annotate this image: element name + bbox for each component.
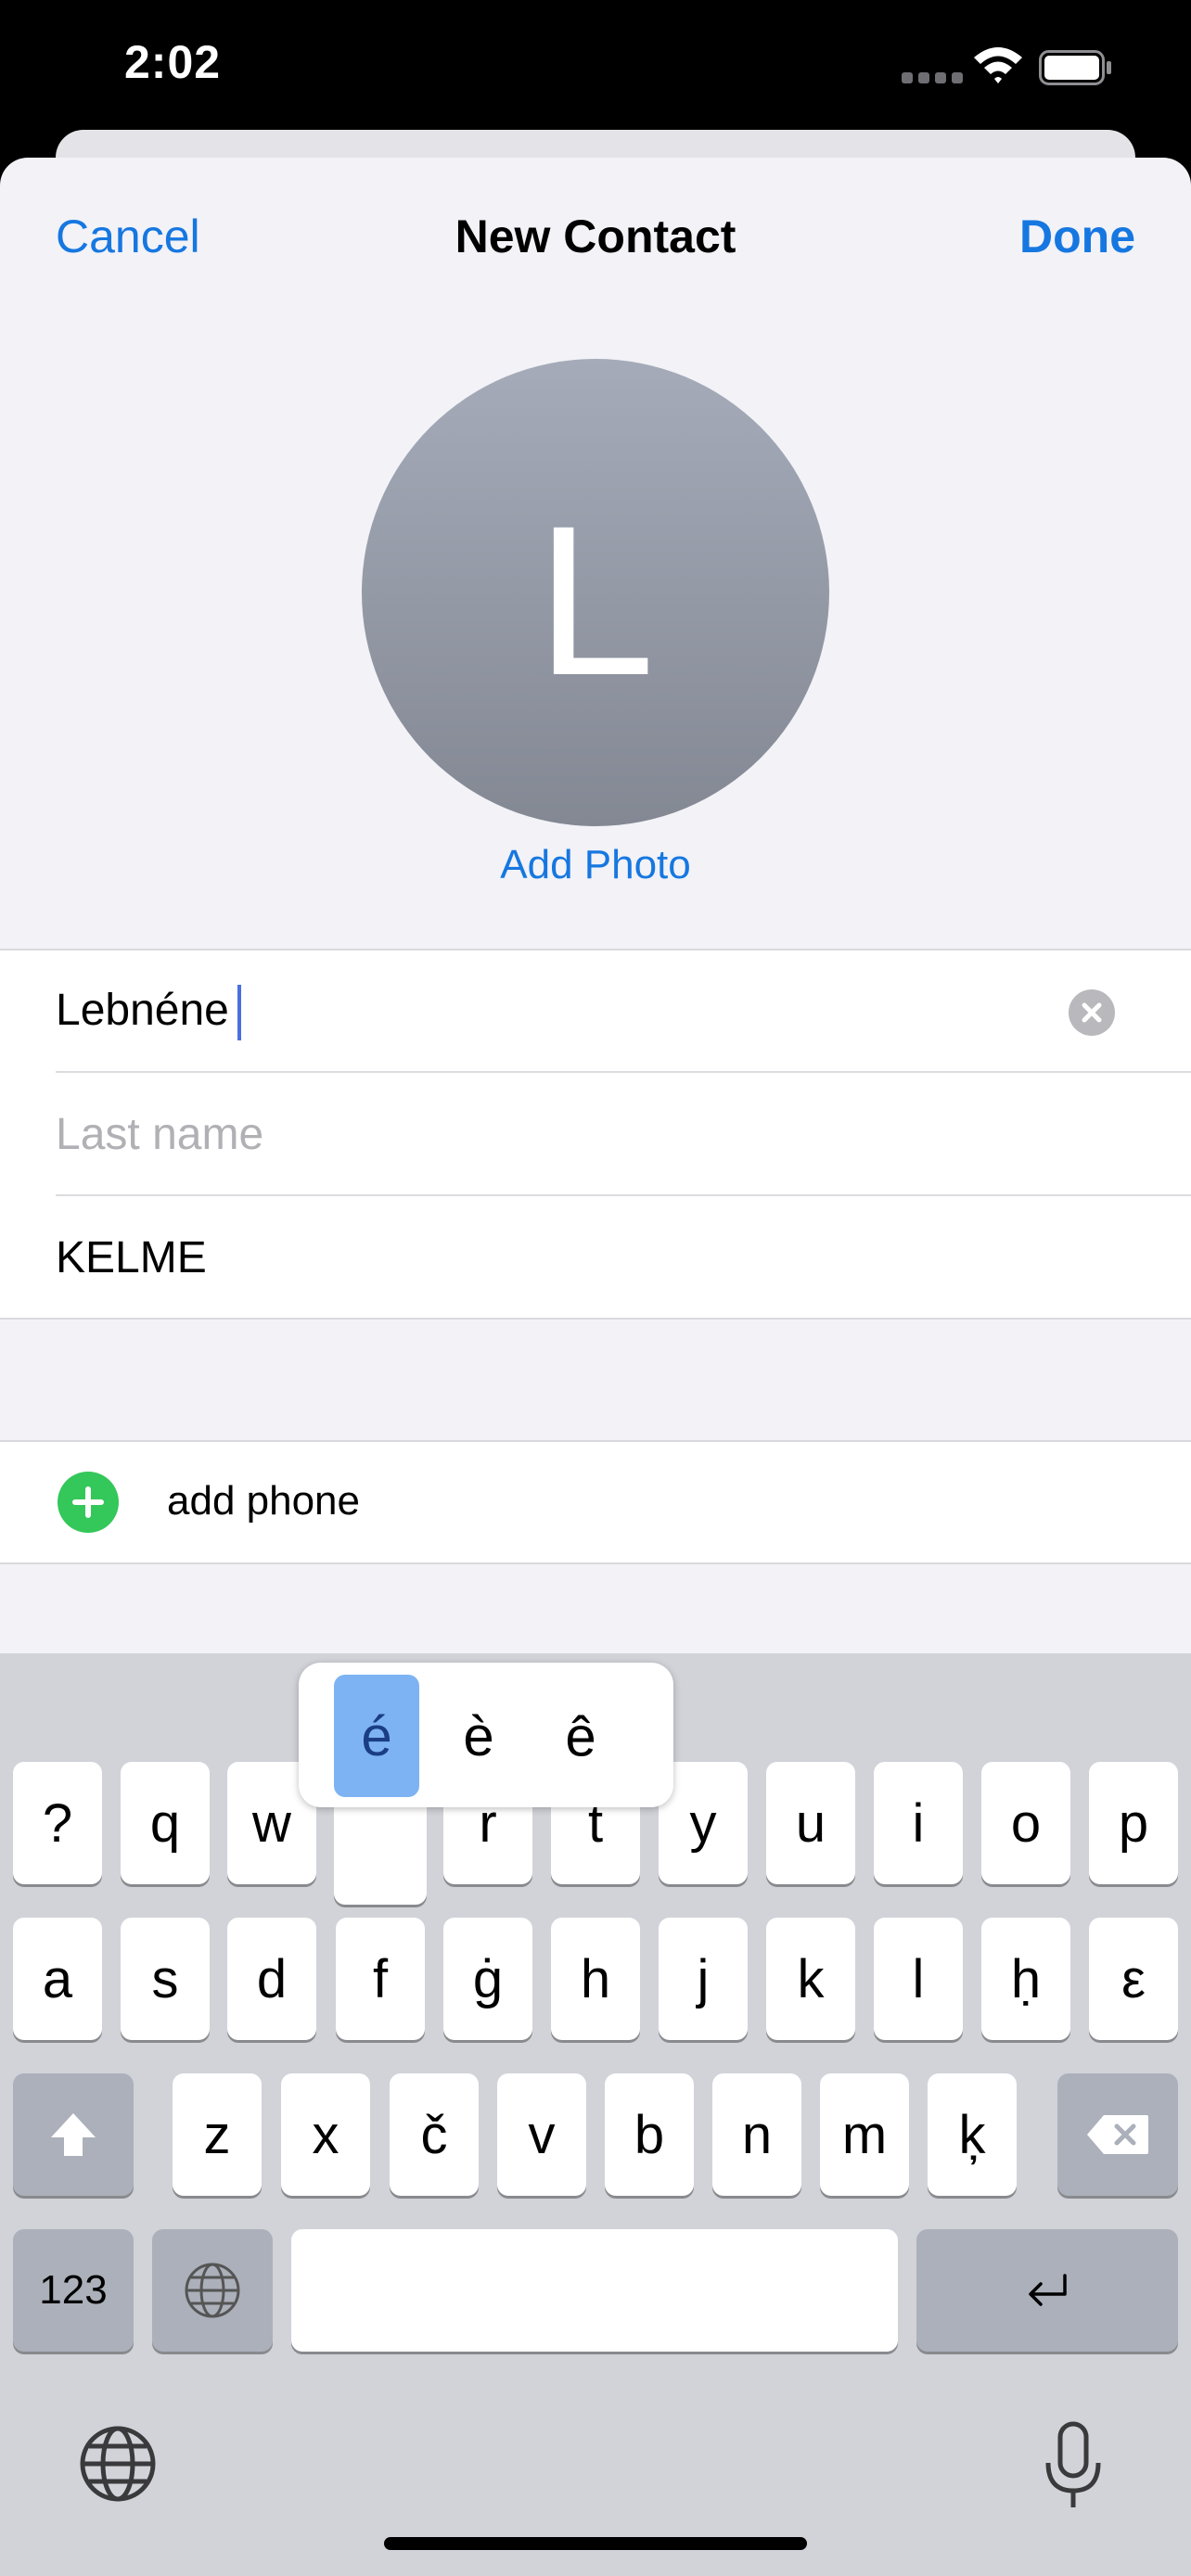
key-m[interactable]: m	[820, 2073, 909, 2196]
last-name-field[interactable]: Last name	[56, 1109, 263, 1160]
key-b[interactable]: b	[605, 2073, 694, 2196]
company-field[interactable]: KELME	[56, 1232, 207, 1283]
key-epsilon[interactable]: ε	[1089, 1918, 1178, 2040]
key-o[interactable]: o	[981, 1762, 1070, 1884]
close-icon	[1082, 1002, 1102, 1023]
key-j[interactable]: j	[659, 1918, 748, 2040]
accent-e-grave[interactable]: è	[436, 1675, 521, 1797]
microphone-icon[interactable]	[1041, 2420, 1106, 2513]
key-i[interactable]: i	[874, 1762, 963, 1884]
key-d[interactable]: d	[227, 1918, 316, 2040]
key-l[interactable]: l	[874, 1918, 963, 2040]
key-s[interactable]: s	[121, 1918, 210, 2040]
key-k[interactable]: k	[766, 1918, 855, 2040]
globe-icon[interactable]	[78, 2424, 158, 2504]
accent-e-circumflex[interactable]: ê	[538, 1675, 623, 1797]
add-icon[interactable]	[58, 1472, 119, 1533]
text-cursor	[237, 985, 241, 1040]
key-k-cedilla[interactable]: ķ	[928, 2073, 1017, 2196]
clear-text-button[interactable]	[1069, 989, 1115, 1036]
status-time: 2:02	[124, 36, 222, 88]
done-button[interactable]: Done	[1019, 210, 1135, 263]
numbers-key[interactable]: 123	[13, 2229, 134, 2352]
battery-icon	[1039, 50, 1111, 85]
backspace-key[interactable]	[1057, 2073, 1178, 2196]
accent-e-acute[interactable]: é	[334, 1675, 419, 1797]
wifi-icon	[974, 47, 1022, 83]
globe-icon	[185, 2263, 240, 2318]
key-v[interactable]: v	[497, 2073, 586, 2196]
key-a[interactable]: a	[13, 1918, 102, 2040]
key-c-caron[interactable]: č	[390, 2073, 479, 2196]
page-title: New Contact	[455, 210, 736, 262]
shift-key[interactable]	[13, 2073, 134, 2196]
add-photo-button[interactable]: Add Photo	[0, 842, 1191, 888]
key-question-mark[interactable]: ?	[13, 1762, 102, 1884]
key-h[interactable]: h	[551, 1918, 640, 2040]
backspace-icon	[1087, 2115, 1148, 2154]
home-indicator	[384, 2537, 807, 2550]
emoji-globe-key[interactable]	[152, 2229, 273, 2352]
return-key[interactable]	[916, 2229, 1178, 2352]
avatar-initial: L	[536, 480, 655, 720]
key-h-dot[interactable]: ḥ	[981, 1918, 1070, 2040]
key-x[interactable]: x	[281, 2073, 370, 2196]
key-p[interactable]: p	[1089, 1762, 1178, 1884]
key-q[interactable]: q	[121, 1762, 210, 1884]
key-f[interactable]: f	[336, 1918, 425, 2040]
plus-icon	[72, 1486, 104, 1518]
key-g-dot[interactable]: ġ	[443, 1918, 532, 2040]
add-phone-label: add phone	[167, 1478, 360, 1524]
space-key[interactable]	[291, 2229, 898, 2352]
avatar[interactable]: L	[362, 359, 829, 826]
first-name-field[interactable]: Lebnéne	[56, 985, 229, 1040]
return-icon	[1029, 2274, 1067, 2306]
shift-arrow-icon	[51, 2113, 96, 2156]
key-u[interactable]: u	[766, 1762, 855, 1884]
key-z[interactable]: z	[173, 2073, 262, 2196]
key-n[interactable]: n	[712, 2073, 801, 2196]
